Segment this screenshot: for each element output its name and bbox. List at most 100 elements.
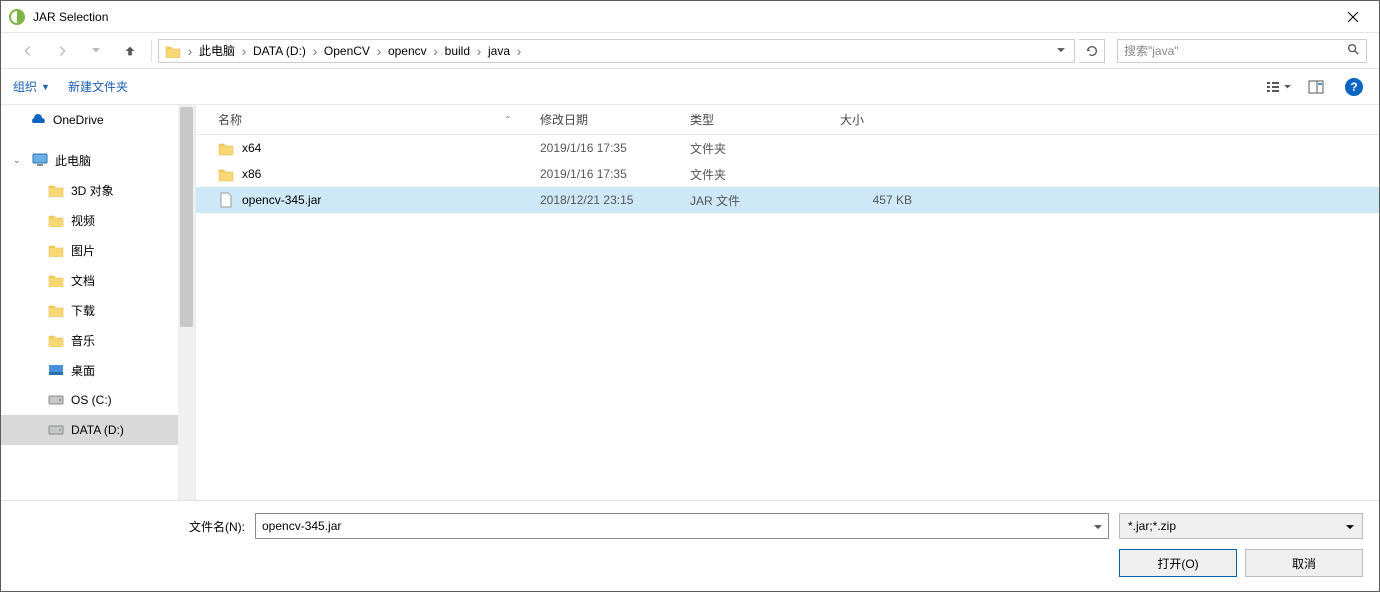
- sidebar-item-documents[interactable]: 文档: [1, 265, 178, 295]
- file-list: 名称⌃ 修改日期 类型 大小 x642019/1/16 17:35文件夹x862…: [196, 105, 1379, 500]
- filter-value: *.jar;*.zip: [1128, 519, 1346, 533]
- folder-icon: [47, 181, 65, 199]
- breadcrumb-segment[interactable]: OpenCV: [322, 44, 372, 58]
- filename-label: 文件名(N):: [17, 518, 245, 535]
- column-size[interactable]: 大小: [826, 105, 926, 134]
- cancel-label: 取消: [1292, 555, 1316, 572]
- breadcrumb-dropdown[interactable]: [1052, 48, 1070, 53]
- preview-pane-button[interactable]: [1303, 74, 1329, 100]
- column-date[interactable]: 修改日期: [526, 105, 676, 134]
- toolbar: 组织 ▼ 新建文件夹 ?: [1, 69, 1379, 105]
- help-button[interactable]: ?: [1341, 74, 1367, 100]
- app-icon: [9, 9, 25, 25]
- sidebar-item-videos[interactable]: 视频: [1, 205, 178, 235]
- chevron-right-icon[interactable]: [472, 43, 486, 59]
- refresh-button[interactable]: [1079, 39, 1105, 63]
- chevron-right-icon[interactable]: [237, 43, 251, 59]
- file-row[interactable]: x642019/1/16 17:35文件夹: [196, 135, 1379, 161]
- chevron-right-icon[interactable]: [183, 43, 197, 59]
- column-label: 类型: [690, 111, 714, 128]
- sidebar-item-thispc[interactable]: ⌄ 此电脑: [1, 145, 178, 175]
- disk-icon: [47, 391, 65, 409]
- open-label: 打开(O): [1157, 555, 1198, 572]
- file-type: 文件夹: [676, 166, 826, 183]
- search-input[interactable]: 搜索"java": [1117, 39, 1367, 63]
- view-options-button[interactable]: [1265, 74, 1291, 100]
- sort-indicator-icon: ⌃: [504, 115, 511, 124]
- chevron-right-icon[interactable]: [372, 43, 386, 59]
- file-icon: [218, 192, 234, 208]
- chevron-down-icon[interactable]: [1094, 519, 1102, 533]
- folder-icon: [47, 211, 65, 229]
- sidebar-item-label: 此电脑: [55, 152, 91, 169]
- scrollbar-thumb[interactable]: [180, 107, 193, 327]
- breadcrumb-segment[interactable]: java: [486, 44, 512, 58]
- window-title: JAR Selection: [33, 10, 1330, 24]
- filename-input[interactable]: opencv-345.jar: [255, 513, 1109, 539]
- sidebar-item-music[interactable]: 音乐: [1, 325, 178, 355]
- close-button[interactable]: [1330, 2, 1375, 32]
- file-date: 2019/1/16 17:35: [526, 141, 676, 155]
- sidebar-item-3dobjects[interactable]: 3D 对象: [1, 175, 178, 205]
- file-date: 2018/12/21 23:15: [526, 193, 676, 207]
- up-button[interactable]: [115, 36, 145, 66]
- cancel-button[interactable]: 取消: [1245, 549, 1363, 577]
- sidebar-item-os-c[interactable]: OS (C:): [1, 385, 178, 415]
- breadcrumb-segment[interactable]: build: [443, 44, 472, 58]
- chevron-right-icon[interactable]: [429, 43, 443, 59]
- sidebar-item-label: 桌面: [71, 362, 95, 379]
- new-folder-label: 新建文件夹: [68, 78, 128, 95]
- sidebar-item-label: 图片: [71, 242, 95, 259]
- desktop-icon: [47, 361, 65, 379]
- sidebar-item-label: 下载: [71, 302, 95, 319]
- column-headers: 名称 ⌃ 修改日期 类型 大小: [196, 105, 1379, 135]
- file-type: JAR 文件: [676, 192, 826, 209]
- sidebar-item-pictures[interactable]: 图片: [1, 235, 178, 265]
- file-name: opencv-345.jar: [242, 193, 321, 207]
- organize-menu[interactable]: 组织 ▼: [13, 78, 50, 95]
- sidebar-item-data-d[interactable]: DATA (D:): [1, 415, 178, 445]
- file-row[interactable]: x862019/1/16 17:35文件夹: [196, 161, 1379, 187]
- folder-icon: [47, 331, 65, 349]
- open-button[interactable]: 打开(O): [1119, 549, 1237, 577]
- filter-dropdown[interactable]: *.jar;*.zip: [1119, 513, 1363, 539]
- sidebar-item-label: 视频: [71, 212, 95, 229]
- folder-icon: [47, 271, 65, 289]
- sidebar-item-label: DATA (D:): [71, 423, 124, 437]
- pc-icon: [31, 151, 49, 169]
- column-label: 修改日期: [540, 111, 588, 128]
- column-type[interactable]: 类型: [676, 105, 826, 134]
- sidebar-item-downloads[interactable]: 下载: [1, 295, 178, 325]
- chevron-right-icon[interactable]: [308, 43, 322, 59]
- recent-dropdown[interactable]: [81, 36, 111, 66]
- organize-label: 组织: [13, 78, 37, 95]
- search-icon: [1346, 42, 1360, 59]
- breadcrumb-segment[interactable]: DATA (D:): [251, 44, 308, 58]
- back-button[interactable]: [13, 36, 43, 66]
- filename-value: opencv-345.jar: [262, 519, 1094, 533]
- breadcrumb-segment[interactable]: opencv: [386, 44, 429, 58]
- file-name: x64: [242, 141, 261, 155]
- chevron-right-icon[interactable]: [512, 43, 526, 59]
- file-row[interactable]: opencv-345.jar2018/12/21 23:15JAR 文件457 …: [196, 187, 1379, 213]
- file-name: x86: [242, 167, 261, 181]
- nav-row: 此电脑 DATA (D:) OpenCV opencv build java 搜…: [1, 33, 1379, 69]
- sidebar-item-onedrive[interactable]: OneDrive: [1, 105, 178, 135]
- sidebar-item-label: OneDrive: [53, 113, 104, 127]
- new-folder-button[interactable]: 新建文件夹: [68, 78, 128, 95]
- folder-icon: [163, 44, 183, 58]
- titlebar: JAR Selection: [1, 1, 1379, 33]
- nav-separator: [151, 40, 152, 62]
- sidebar-scrollbar[interactable]: [178, 105, 195, 500]
- column-name[interactable]: 名称 ⌃: [196, 105, 526, 134]
- sidebar-item-desktop[interactable]: 桌面: [1, 355, 178, 385]
- breadcrumb[interactable]: 此电脑 DATA (D:) OpenCV opencv build java: [158, 39, 1075, 63]
- search-placeholder: 搜索"java": [1124, 42, 1346, 59]
- forward-button[interactable]: [47, 36, 77, 66]
- breadcrumb-segment[interactable]: 此电脑: [197, 42, 237, 59]
- onedrive-icon: [29, 111, 47, 129]
- column-label: 名称: [218, 111, 242, 128]
- footer: 文件名(N): opencv-345.jar *.jar;*.zip 打开(O)…: [1, 500, 1379, 591]
- folder-icon: [218, 140, 234, 156]
- sidebar-item-label: 音乐: [71, 332, 95, 349]
